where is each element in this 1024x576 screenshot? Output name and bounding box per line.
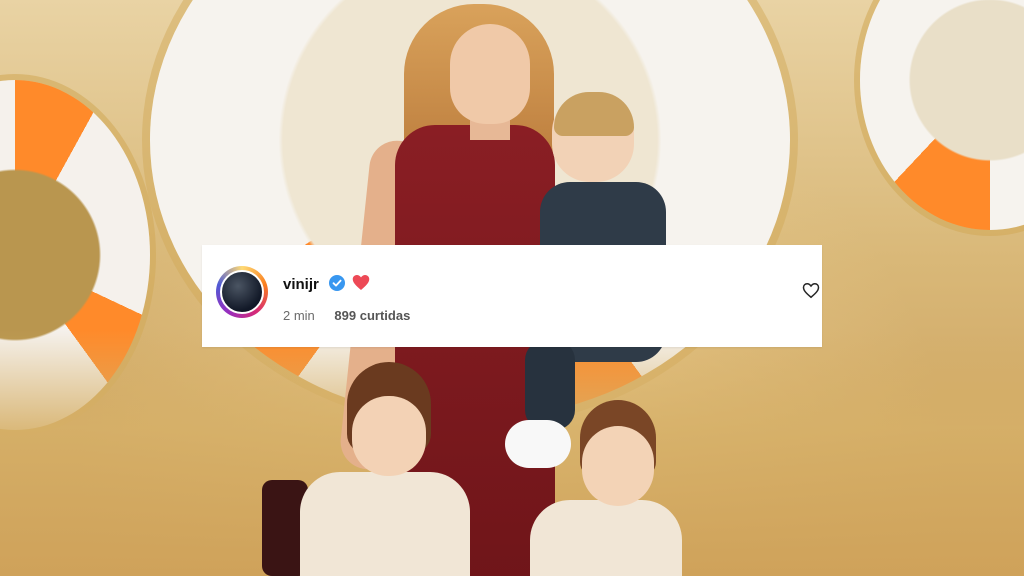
avatar[interactable] [216, 266, 268, 318]
like-heart-icon[interactable] [802, 282, 820, 299]
girl-left-dress [300, 472, 470, 576]
avatar-photo [220, 270, 264, 314]
verified-badge-icon [329, 275, 345, 291]
life-ring-right [860, 0, 1024, 230]
heart-emoji-icon [352, 275, 370, 290]
woman-face [450, 24, 530, 124]
boy-white-shoe [505, 420, 571, 468]
comment-time: 2 min [283, 308, 315, 323]
comment-meta: 2 min 899 curtidas [283, 308, 410, 323]
comment-likes[interactable]: 899 curtidas [334, 308, 410, 323]
boy-leg [525, 340, 575, 430]
comment-username[interactable]: vinijr [283, 276, 319, 293]
instagram-comment-card: vinijr 2 min 899 curtidas [202, 245, 822, 347]
girl-right-face [582, 426, 654, 506]
girl-right-dress [530, 500, 682, 576]
girl-left-face [352, 396, 426, 476]
